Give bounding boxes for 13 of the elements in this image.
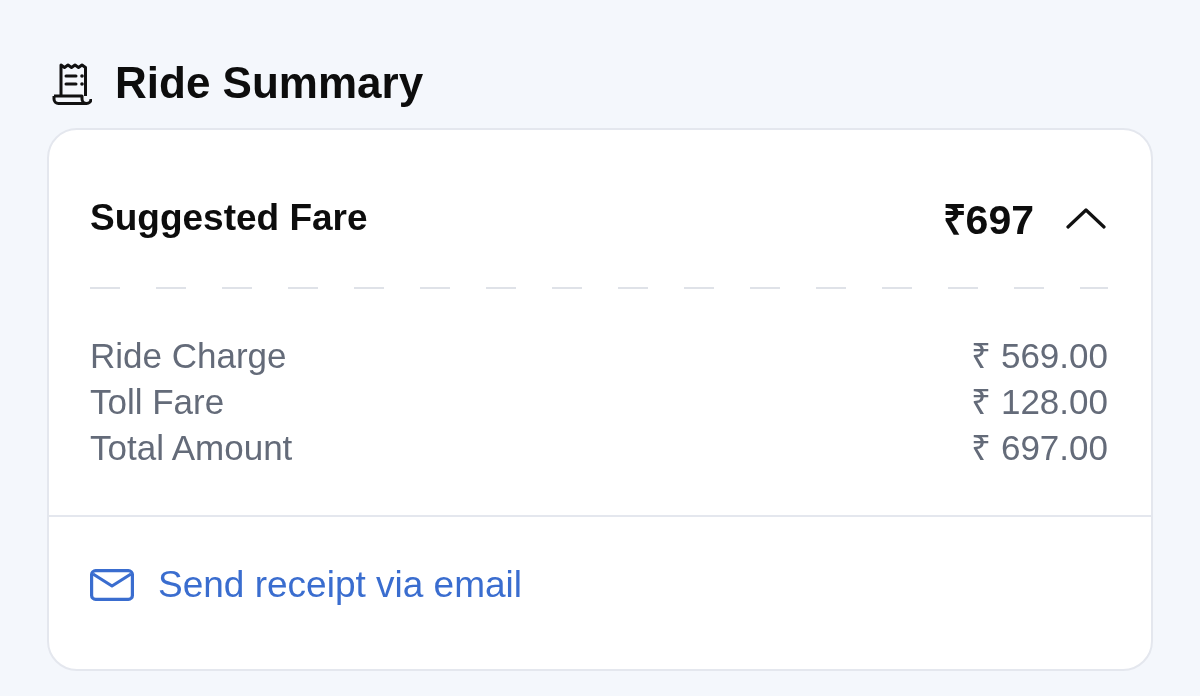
chevron-up-icon[interactable]: [1066, 207, 1106, 229]
fare-amount: ₹697: [942, 196, 1034, 245]
send-receipt-link[interactable]: Send receipt via email: [90, 561, 523, 609]
charge-label: Total Amount: [90, 427, 293, 469]
fare-label: Suggested Fare: [90, 197, 368, 239]
charge-amount: ₹ 697.00: [971, 427, 1108, 469]
receipt-icon: [52, 62, 92, 106]
charge-amount: ₹ 569.00: [971, 335, 1108, 377]
charge-label: Ride Charge: [90, 335, 287, 377]
charge-label: Toll Fare: [90, 381, 225, 423]
mail-icon: [90, 569, 134, 601]
page-title: Ride Summary: [115, 58, 424, 108]
charge-amount: ₹ 128.00: [971, 381, 1108, 423]
